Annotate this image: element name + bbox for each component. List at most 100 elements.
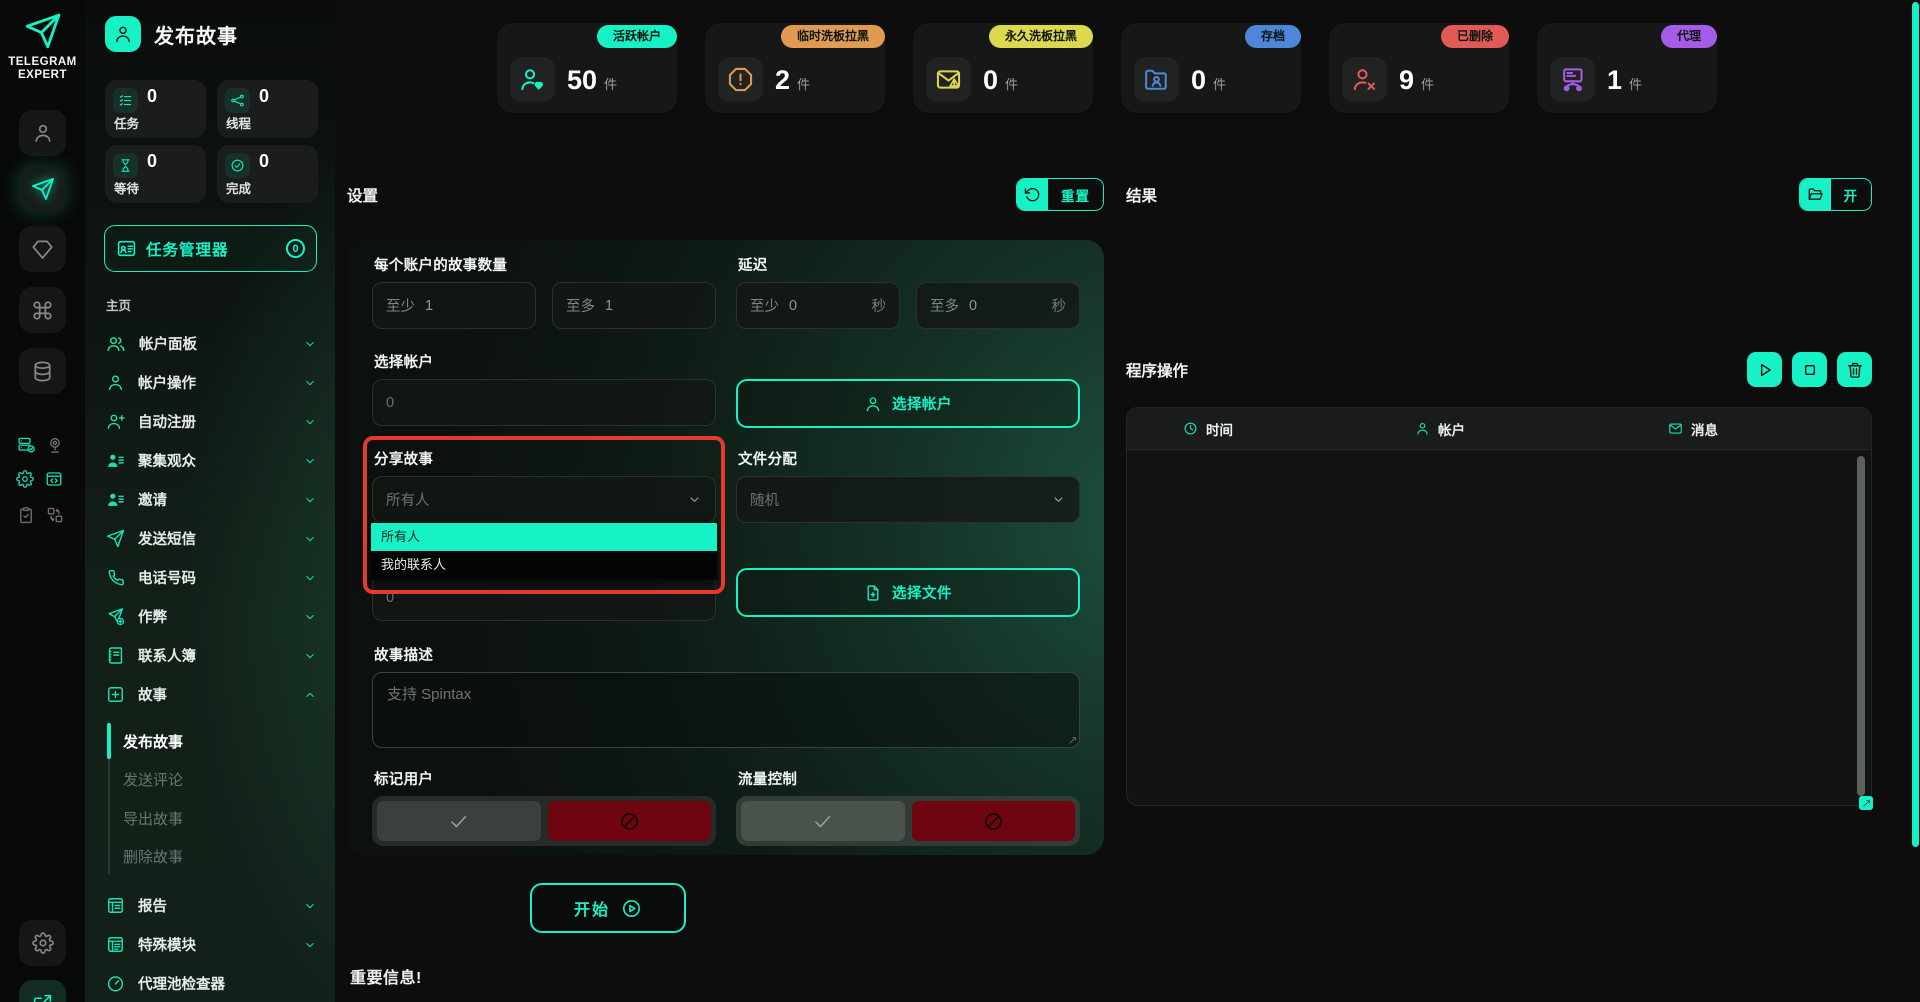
sidebar-item-proxy-checker[interactable]: 代理池检查器 (85, 964, 335, 1002)
submenu-send-comments[interactable]: 发送评论 (85, 761, 335, 800)
user-x-icon (1342, 57, 1387, 102)
card-proxies[interactable]: 代理 1件 (1537, 23, 1717, 113)
submenu-publish-story[interactable]: 发布故事 (85, 722, 335, 761)
stat-label: 任务 (114, 113, 139, 132)
traffic-disable[interactable] (912, 801, 1076, 841)
dropdown-option-contacts[interactable]: 我的联系人 (371, 551, 717, 579)
sidebar: 发布故事 0 任务 0 线程 0 等待 0 完成 任务管理器 0 主页 (85, 0, 335, 1002)
submenu-delete-stories[interactable]: 删除故事 (85, 838, 335, 877)
diamond-icon (31, 238, 54, 261)
stat-label: 等待 (114, 178, 139, 197)
stat-threads: 0 线程 (217, 80, 318, 138)
status-badge: 活跃帐户 (597, 25, 677, 48)
sidebar-item-reports[interactable]: 报告 (85, 886, 335, 925)
stat-done: 0 完成 (217, 145, 318, 203)
stories-min-input[interactable]: 至少1 (372, 282, 536, 329)
tag-users-enable[interactable] (377, 801, 541, 841)
sidebar-menu-bottom: 报告 特殊模块 代理池检查器 (85, 886, 335, 1002)
delay-min-input[interactable]: 至少0秒 (736, 282, 900, 329)
story-description-textarea[interactable] (372, 672, 1080, 748)
important-info-label: 重要信息! (350, 964, 1104, 988)
sidebar-item-send-sms[interactable]: 发送短信 (85, 519, 335, 558)
open-results-button[interactable]: 开 (1799, 178, 1873, 211)
swap-icon[interactable] (46, 506, 64, 524)
active-indicator (107, 723, 111, 759)
sidebar-item-phone-numbers[interactable]: 电话号码 (85, 558, 335, 597)
status-badge: 存档 (1245, 25, 1301, 48)
delay-max-input[interactable]: 至多0秒 (916, 282, 1080, 329)
select-files-button[interactable]: 选择文件 (736, 568, 1080, 617)
sidebar-item-gather-audience[interactable]: 聚集观众 (85, 441, 335, 480)
card-active-accounts[interactable]: 活跃帐户 50件 (497, 23, 677, 113)
send-icon (106, 529, 125, 548)
rail-settings-button[interactable] (19, 920, 66, 966)
table-resize-handle[interactable] (1859, 796, 1873, 810)
rail-external-link-button[interactable] (19, 980, 66, 1002)
plus-square-icon (106, 685, 125, 704)
status-cards-row: 活跃帐户 50件 临时洗板拉黑 2件 永久洗板拉黑 0件 存档 0件 已删除 (497, 23, 1717, 113)
submenu-export-stories[interactable]: 导出故事 (85, 799, 335, 838)
rail-database-button[interactable] (19, 348, 66, 394)
user-heart-icon (510, 57, 555, 102)
select-accounts-button[interactable]: 选择帐户 (736, 379, 1080, 428)
card-perm-banned[interactable]: 永久洗板拉黑 0件 (913, 23, 1093, 113)
icon-rail: TELEGRAM EXPERT (0, 0, 85, 1002)
traffic-enable[interactable] (741, 801, 905, 841)
ops-stop-button[interactable] (1792, 352, 1827, 387)
table-scrollbar[interactable] (1857, 456, 1865, 796)
rail-command-button[interactable] (19, 287, 66, 333)
app-root: TELEGRAM EXPERT 发布故事 0 任务 0 线程 (0, 0, 1920, 1002)
rail-favorites-button[interactable] (19, 226, 66, 272)
card-temp-banned[interactable]: 临时洗板拉黑 2件 (705, 23, 885, 113)
sidebar-item-contact-book[interactable]: 联系人簿 (85, 636, 335, 675)
stories-max-input[interactable]: 至多1 (552, 282, 716, 329)
sidebar-item-invite[interactable]: 邀请 (85, 480, 335, 519)
webcam-icon[interactable] (46, 436, 64, 454)
sidebar-item-account-panel[interactable]: 帐户面板 (85, 324, 335, 363)
column-account: 帐户 (1415, 419, 1668, 439)
ops-delete-button[interactable] (1837, 352, 1872, 387)
accounts-count-input[interactable]: 0 (372, 379, 716, 426)
ops-play-button[interactable] (1747, 352, 1782, 387)
hourglass-icon (113, 153, 138, 178)
page-scrollbar[interactable] (1912, 2, 1919, 847)
card-archived[interactable]: 存档 0件 (1121, 23, 1301, 113)
sidebar-item-special-modules[interactable]: 特殊模块 (85, 925, 335, 964)
stat-tasks: 0 任务 (105, 80, 206, 138)
tag-users-disable[interactable] (548, 801, 712, 841)
chevron-up-icon (303, 688, 317, 702)
sidebar-item-account-ops[interactable]: 帐户操作 (85, 363, 335, 402)
traffic-control-label: 流量控制 (738, 768, 1080, 785)
reset-button[interactable]: 重置 (1016, 178, 1104, 211)
file-count-input[interactable]: 0 (372, 574, 716, 621)
stat-value: 0 (147, 151, 157, 172)
card-value: 0件 (1191, 65, 1226, 96)
users-icon (106, 334, 126, 354)
external-link-icon (32, 993, 53, 1002)
sidebar-item-cheat[interactable]: 作弊 (85, 597, 335, 636)
results-title: 结果 (1126, 184, 1157, 206)
rail-sender-button[interactable] (19, 166, 66, 212)
sidebar-item-stories[interactable]: 故事 (85, 675, 335, 714)
start-button[interactable]: 开始 (530, 883, 686, 933)
card-deleted[interactable]: 已删除 9件 (1329, 23, 1509, 113)
task-manager-button[interactable]: 任务管理器 0 (104, 225, 317, 272)
user-icon (864, 395, 882, 413)
operations-actions (1747, 352, 1872, 387)
page-header-icon-tile (105, 16, 141, 52)
gear-small-icon[interactable] (16, 470, 34, 488)
file-distribution-select[interactable]: 随机 (736, 476, 1080, 523)
share-story-select[interactable]: 所有人 (372, 476, 716, 523)
server-check-icon[interactable] (17, 436, 35, 454)
sidebar-section-home: 主页 (106, 295, 131, 314)
sidebar-item-auto-register[interactable]: 自动注册 (85, 402, 335, 441)
check-circle-icon (225, 153, 250, 178)
chevron-down-icon (303, 571, 317, 585)
rail-accounts-button[interactable] (19, 110, 66, 156)
code-window-icon[interactable] (45, 470, 63, 488)
clipboard-check-icon[interactable] (17, 506, 35, 524)
main-area: 活跃帐户 50件 临时洗板拉黑 2件 永久洗板拉黑 0件 存档 0件 已删除 (335, 0, 1920, 1002)
resize-grip-icon[interactable] (1068, 736, 1077, 745)
dropdown-option-everyone[interactable]: 所有人 (371, 523, 717, 551)
gear-icon (32, 932, 54, 954)
